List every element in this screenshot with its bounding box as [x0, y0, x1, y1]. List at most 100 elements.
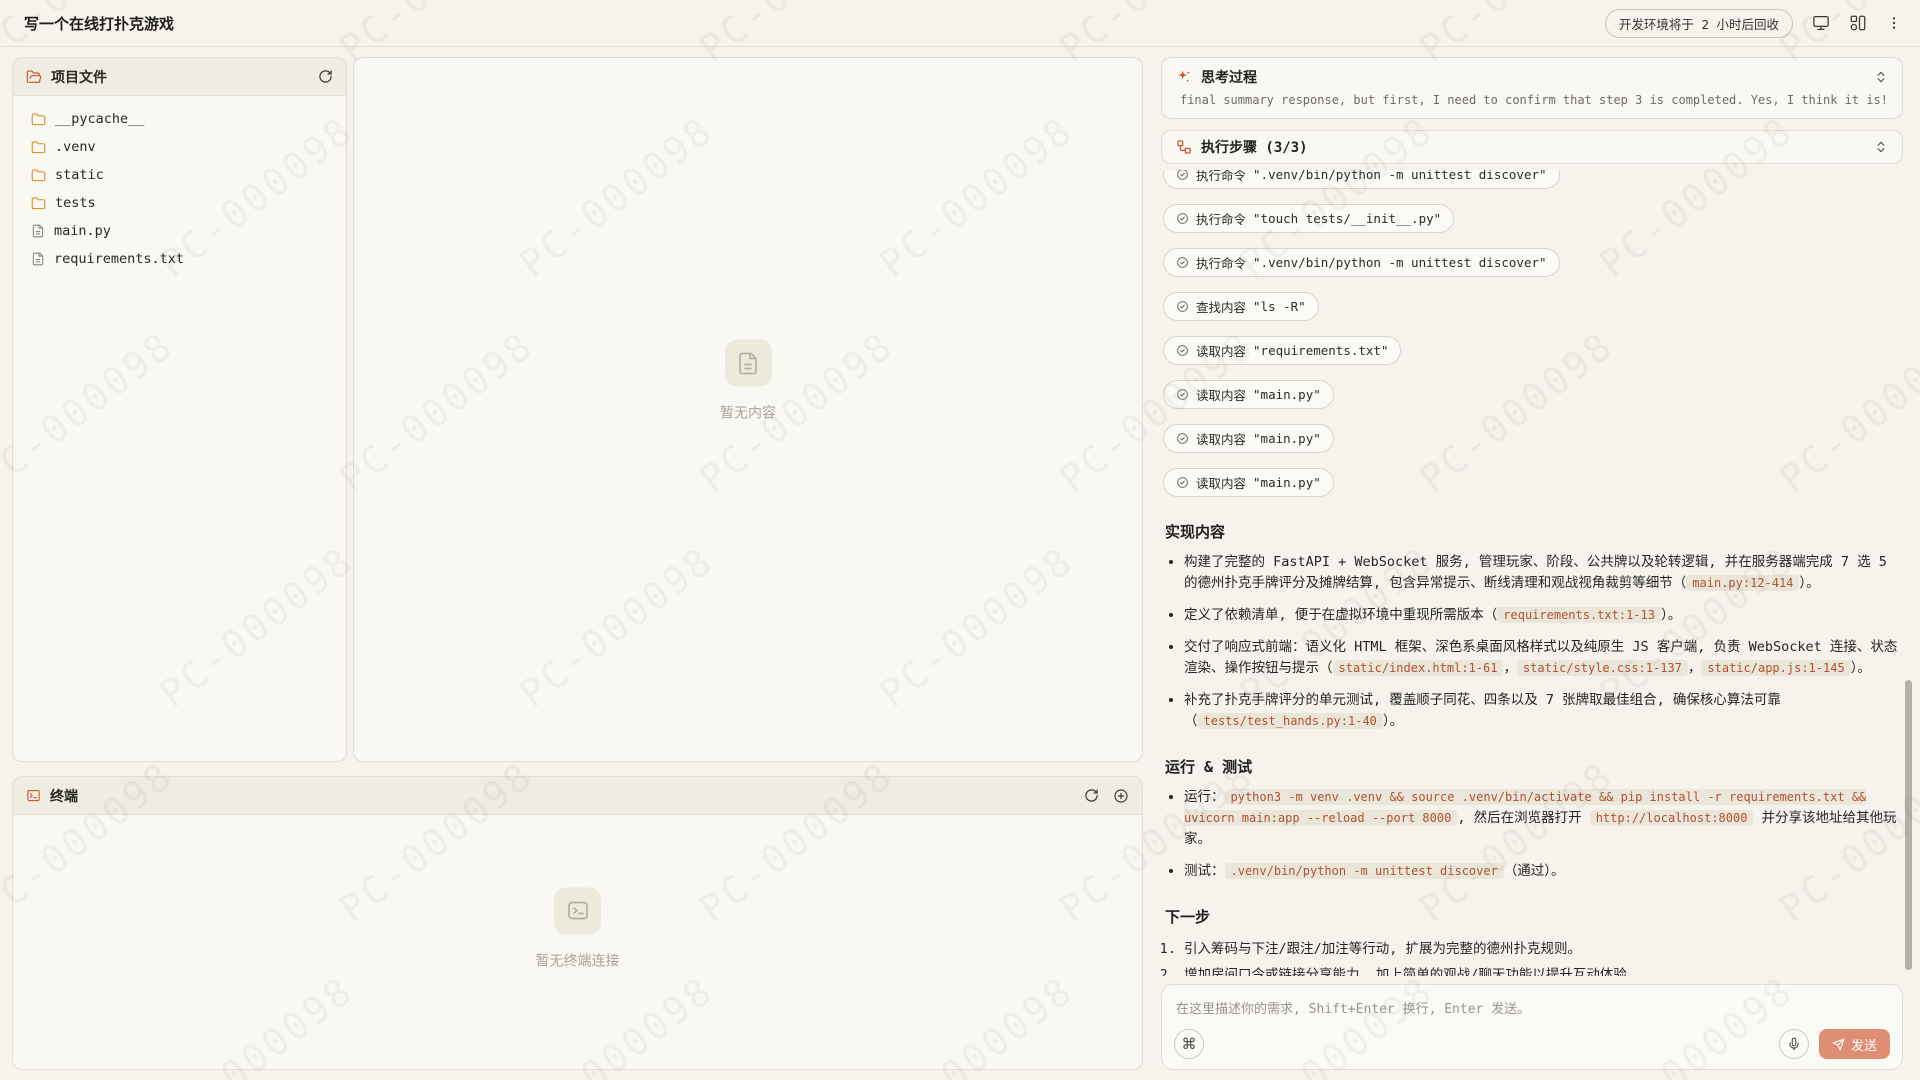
- thinking-card: 思考过程 de a final summary response, but fi…: [1161, 57, 1903, 119]
- steps-title: 执行步骤 (3/3): [1201, 137, 1308, 157]
- assistant-panel: 思考过程 de a final summary response, but fi…: [1161, 57, 1903, 1070]
- list-item: 引入筹码与下注/跟注/加注等行动, 扩展为完整的德州扑克规则。: [1184, 937, 1899, 961]
- check-circle-icon: [1176, 256, 1189, 269]
- topbar-actions: 开发环境将于 2 小时后回收: [1605, 9, 1902, 38]
- file-row[interactable]: __pycache__: [23, 105, 336, 133]
- list-item: 增加房间口令或链接分享能力, 加上简单的观战/聊天功能以提升互动体验。: [1184, 963, 1899, 976]
- action-pill[interactable]: 读取内容"main.py": [1163, 380, 1334, 409]
- action-pill[interactable]: 执行命令".venv/bin/python -m unittest discov…: [1163, 170, 1560, 189]
- list-item: 运行：python3 -m venv .venv && source .venv…: [1184, 787, 1899, 850]
- action-pill[interactable]: 执行命令 "touch tests/__init__.py": [1163, 204, 1454, 233]
- file-row[interactable]: main.py: [23, 217, 336, 245]
- chat-input[interactable]: [1162, 985, 1902, 1025]
- kebab-menu-icon[interactable]: [1886, 15, 1902, 31]
- monitor-icon[interactable]: [1812, 14, 1830, 32]
- scrollbar-thumb[interactable]: [1905, 680, 1912, 970]
- action-pill-list: 执行命令 ".venv/bin/python -m unittest discov…: [1163, 170, 1899, 497]
- action-pill[interactable]: 执行命令 ".venv/bin/python -m unittest discov…: [1163, 248, 1560, 277]
- folder-icon: [31, 112, 46, 127]
- section-list: 引入筹码与下注/跟注/加注等行动, 扩展为完整的德州扑克规则。增加房间口令或链接…: [1163, 937, 1899, 976]
- terminal-empty-state: 暂无终端连接: [536, 887, 620, 970]
- action-arg: "requirements.txt": [1253, 343, 1388, 358]
- terminal-icon: [554, 887, 601, 934]
- steps-card: 执行步骤 (3/3): [1161, 130, 1903, 164]
- action-arg: ".venv/bin/python -m unittest discover": [1253, 170, 1547, 182]
- inline-code-chip: python3 -m venv .venv && source .venv/bi…: [1184, 789, 1866, 826]
- terminal-title: 终端: [50, 786, 78, 806]
- action-pill[interactable]: 读取内容 "requirements.txt": [1163, 336, 1401, 365]
- watermark-text: PC-000098: [0, 108, 2, 286]
- file-text-icon: [725, 340, 772, 387]
- file-name: main.py: [54, 223, 111, 239]
- microphone-icon[interactable]: [1779, 1029, 1809, 1059]
- action-pill[interactable]: 读取内容"main.py": [1163, 468, 1334, 497]
- inline-code-chip: tests/test_hands.py:1-40: [1198, 713, 1383, 729]
- file-name: __pycache__: [55, 111, 144, 127]
- watermark-text: PC-000098: [0, 968, 2, 1080]
- viewer-empty-text: 暂无内容: [720, 403, 776, 423]
- terminal-panel: 终端 暂无终端连接: [12, 776, 1143, 1070]
- assistant-report: 实现内容构建了完整的 FastAPI + WebSocket 服务, 管理玩家、…: [1163, 521, 1899, 976]
- layout-panels-icon[interactable]: [1849, 14, 1867, 32]
- action-arg: "main.py": [1253, 431, 1321, 446]
- inline-code-chip: .venv/bin/python -m unittest discover: [1225, 863, 1504, 879]
- check-circle-icon: [1176, 212, 1189, 225]
- file-row[interactable]: tests: [23, 189, 336, 217]
- section-heading: 实现内容: [1165, 521, 1899, 542]
- topbar: 写一个在线打扑克游戏 开发环境将于 2 小时后回收: [0, 0, 1920, 47]
- action-pill[interactable]: 读取内容 "main.py": [1163, 424, 1334, 453]
- project-files-title: 项目文件: [51, 67, 107, 87]
- terminal-icon: [26, 788, 41, 803]
- check-circle-icon: [1176, 432, 1189, 445]
- section-list: 运行：python3 -m venv .venv && source .venv…: [1163, 787, 1899, 882]
- command-icon[interactable]: ⌘: [1174, 1029, 1204, 1059]
- list-item: 补充了扑克手牌评分的单元测试, 覆盖顺子同花、四条以及 7 张牌取最佳组合, 确…: [1184, 690, 1899, 732]
- action-pill[interactable]: 查找内容"ls -R": [1163, 292, 1319, 321]
- composer-card: ⌘ 发送: [1161, 984, 1903, 1070]
- watermark-text: PC-000098: [0, 538, 2, 716]
- page-title: 写一个在线打扑克游戏: [24, 13, 174, 34]
- chevrons-up-down-icon[interactable]: [1874, 140, 1888, 154]
- send-plane-icon: [1832, 1038, 1845, 1051]
- check-circle-icon: [1176, 344, 1189, 357]
- folder-icon: [31, 168, 46, 183]
- inline-code-chip: main.py:12-414: [1686, 575, 1799, 591]
- sparkle-icon: [1176, 69, 1192, 85]
- file-name: static: [55, 167, 104, 183]
- file-row[interactable]: .venv: [23, 133, 336, 161]
- action-arg: ".venv/bin/python -m unittest discover": [1253, 255, 1547, 270]
- folder-open-icon: [26, 69, 42, 85]
- viewer-empty-state: 暂无内容: [720, 340, 776, 423]
- section-heading: 下一步: [1165, 906, 1899, 927]
- send-label: 发送: [1851, 1035, 1877, 1054]
- file-icon: [31, 252, 45, 266]
- file-tree: __pycache__ .venv static tests main.py requir…: [13, 96, 346, 282]
- folder-icon: [31, 140, 46, 155]
- action-label: 查找内容: [1196, 297, 1246, 316]
- steps-scroll-area[interactable]: 执行命令 ".venv/bin/python -m unittest discov…: [1161, 170, 1903, 976]
- plus-circle-icon[interactable]: [1113, 788, 1129, 804]
- refresh-icon[interactable]: [1084, 788, 1099, 803]
- section-heading: 运行 & 测试: [1165, 756, 1899, 777]
- check-circle-icon: [1176, 170, 1189, 181]
- terminal-header: 终端: [13, 777, 1142, 815]
- action-label: 执行命令: [1196, 209, 1246, 228]
- thinking-stream-text: de a final summary response, but first, …: [1176, 93, 1888, 107]
- file-row[interactable]: static: [23, 161, 336, 189]
- action-label: 读取内容: [1196, 341, 1246, 360]
- list-item: 交付了响应式前端：语义化 HTML 框架、深色系桌面风格样式以及纯原生 JS 客…: [1184, 637, 1899, 679]
- chevrons-up-down-icon[interactable]: [1874, 70, 1888, 84]
- project-files-panel: 项目文件 __pycache__ .venv static tests main.py r…: [12, 57, 347, 762]
- action-arg: "touch tests/__init__.py": [1253, 211, 1441, 226]
- list-item: 定义了依赖清单, 便于在虚拟环境中重现所需版本（requirements.txt…: [1184, 605, 1899, 626]
- action-arg: "main.py": [1253, 387, 1321, 402]
- action-label: 读取内容: [1196, 473, 1246, 492]
- section-list: 构建了完整的 FastAPI + WebSocket 服务, 管理玩家、阶段、公…: [1163, 552, 1899, 732]
- action-label: 读取内容: [1196, 429, 1246, 448]
- file-row[interactable]: requirements.txt: [23, 245, 336, 273]
- file-name: .venv: [55, 139, 96, 155]
- send-button[interactable]: 发送: [1819, 1029, 1890, 1059]
- action-label: 执行命令: [1196, 253, 1246, 272]
- inline-code-chip: static/app.js:1-145: [1701, 660, 1850, 676]
- refresh-icon[interactable]: [318, 69, 333, 84]
